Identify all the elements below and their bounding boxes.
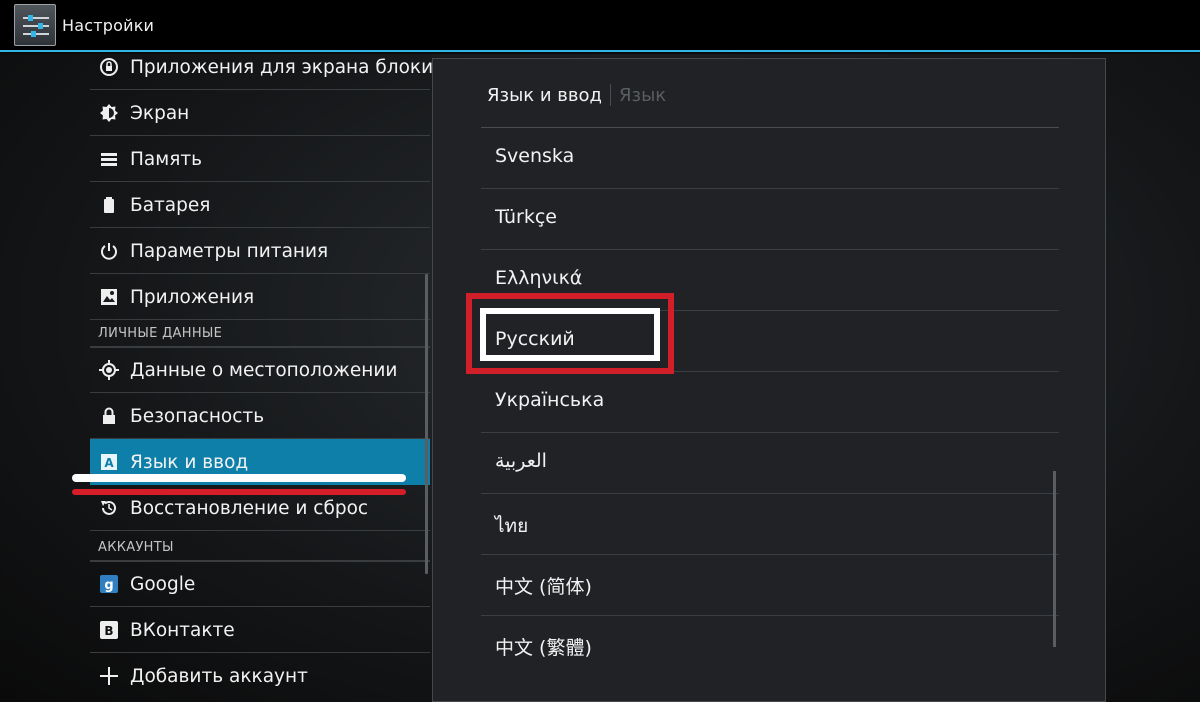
settings-item-lockscreen-apps[interactable]: Приложения для экрана блоки — [90, 44, 434, 90]
language-option-label: Türkçe — [495, 206, 557, 228]
settings-item-label: Безопасность — [130, 406, 265, 427]
language-input-icon: A — [98, 451, 120, 473]
settings-item-label: Восстановление и сброс — [130, 498, 369, 519]
storage-icon — [98, 148, 120, 170]
breadcrumb-language: Язык — [618, 84, 667, 106]
svg-text:g: g — [104, 578, 113, 593]
settings-item-label: Память — [130, 149, 203, 170]
settings-item-label: Экран — [130, 103, 190, 124]
settings-item-label: Параметры питания — [130, 241, 329, 262]
settings-item-apps[interactable]: Приложения — [90, 274, 430, 320]
backup-restore-icon — [98, 497, 120, 519]
language-option-label: العربية — [495, 450, 547, 472]
breadcrumb-separator — [609, 84, 611, 106]
language-option-label: ไทย — [495, 515, 529, 537]
settings-list: Приложения для экрана блоки Экран Память… — [90, 54, 433, 702]
location-icon — [98, 359, 120, 381]
svg-text:A: A — [104, 456, 114, 470]
language-option[interactable]: 中文 (简体) — [481, 555, 1059, 616]
google-icon: g — [98, 573, 120, 595]
language-option[interactable]: Türkçe — [481, 189, 1059, 250]
svg-text:B: B — [104, 624, 113, 638]
settings-item-label: ВКонтакте — [130, 620, 235, 641]
brightness-icon — [98, 102, 120, 124]
settings-item-label: Google — [130, 574, 196, 595]
settings-item-google[interactable]: g Google — [90, 561, 430, 607]
settings-item-location[interactable]: Данные о местоположении — [90, 347, 430, 393]
vkontakte-icon: B — [98, 619, 120, 641]
language-panel: Язык и ввод Язык Svenska Türkçe Ελληνικά… — [432, 58, 1106, 702]
settings-item-label: Батарея — [130, 195, 211, 216]
breadcrumb: Язык и ввод Язык — [487, 83, 666, 107]
lock-icon — [98, 405, 120, 427]
language-option[interactable]: العربية — [481, 433, 1059, 494]
settings-item-vkontakte[interactable]: B ВКонтакте — [90, 607, 430, 653]
apps-icon — [98, 286, 120, 308]
settings-sliders-icon[interactable] — [14, 4, 56, 46]
settings-item-battery[interactable]: Батарея — [90, 182, 430, 228]
language-option-label: Українська — [495, 389, 605, 411]
breadcrumb-language-input[interactable]: Язык и ввод — [487, 85, 602, 106]
language-option[interactable]: Svenska — [481, 128, 1059, 189]
settings-item-add-account[interactable]: Добавить аккаунт — [90, 653, 430, 699]
settings-item-storage[interactable]: Память — [90, 136, 430, 182]
settings-item-label: Приложения — [130, 287, 255, 308]
annotation-underline-red — [72, 489, 406, 495]
language-option-label: Ελληνικά — [495, 267, 583, 289]
settings-item-power[interactable]: Параметры питания — [90, 228, 430, 274]
language-list-scrollbar[interactable] — [1053, 471, 1056, 647]
settings-item-security[interactable]: Безопасность — [90, 393, 430, 439]
section-header-accounts: АККАУНТЫ — [90, 532, 430, 562]
section-header-label: ЛИЧНЫЕ ДАННЫЕ — [98, 326, 223, 341]
settings-item-label: Данные о местоположении — [130, 360, 398, 381]
language-option-label: 中文 (繁體) — [495, 637, 592, 659]
lock-apps-icon — [98, 56, 120, 78]
power-icon — [98, 240, 120, 262]
settings-item-label: Язык и ввод — [130, 452, 249, 473]
annotation-highlight-white — [480, 308, 660, 361]
section-header-personal: ЛИЧНЫЕ ДАННЫЕ — [90, 318, 430, 348]
add-icon — [98, 665, 120, 687]
battery-icon — [98, 194, 120, 216]
sidebar-scrollbar[interactable] — [425, 274, 428, 574]
language-option[interactable]: ไทย — [481, 494, 1059, 555]
app-title: Настройки — [62, 16, 155, 35]
settings-item-display[interactable]: Экран — [90, 90, 430, 136]
language-option[interactable]: Українська — [481, 372, 1059, 433]
annotation-underline-white — [72, 474, 406, 482]
language-option-label: 中文 (简体) — [495, 576, 592, 598]
section-header-label: АККАУНТЫ — [98, 540, 174, 555]
settings-item-label: Добавить аккаунт — [130, 666, 308, 687]
language-option[interactable]: 中文 (繁體) — [481, 616, 1059, 677]
settings-item-label: Приложения для экрана блоки — [130, 57, 434, 78]
language-option-label: Svenska — [495, 145, 575, 167]
